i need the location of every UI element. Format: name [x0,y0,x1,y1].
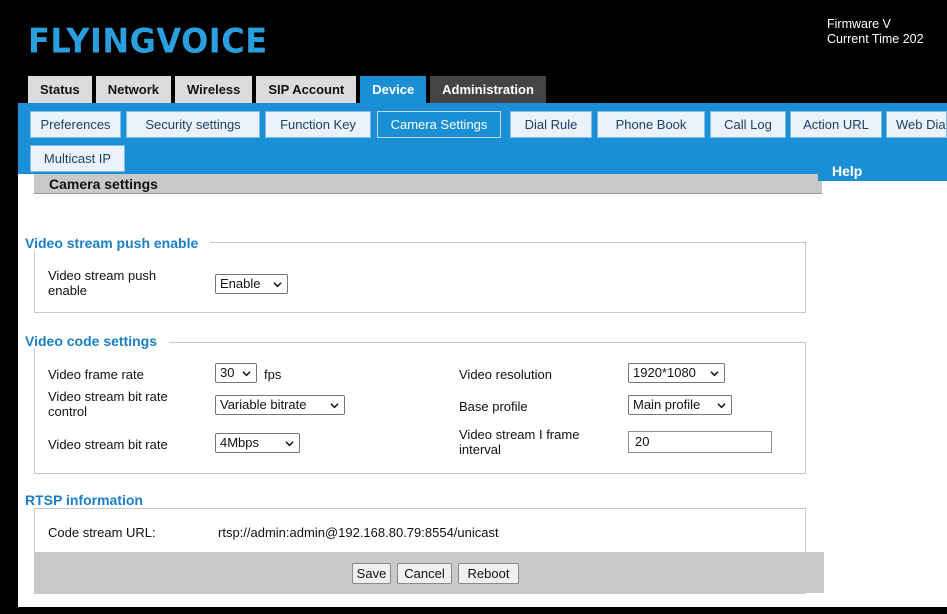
resolution-value: 1920*1080 [633,365,696,380]
subtab-action-url[interactable]: Action URL [790,111,882,138]
left-border [0,103,18,614]
frame-rate-select[interactable]: 30 [215,363,257,383]
subtab-camera-settings[interactable]: Camera Settings [377,111,501,138]
top-header: FLYINGVOICE Firmware V Current Time 202 … [0,0,947,103]
push-enable-value: Enable [220,276,261,291]
bitrate-control-label-line2: control [48,404,88,419]
save-button[interactable]: Save [352,563,391,584]
chevron-down-icon [242,371,251,377]
rtsp-group-title: RTSP information [25,492,155,508]
tab-sip-account[interactable]: SIP Account [256,76,357,103]
header-info: Firmware V Current Time 202 [827,17,947,47]
iframe-label-line1: Video stream I frame [459,427,580,442]
frame-rate-value: 30 [220,365,235,380]
subtab-function-key[interactable]: Function Key [265,111,371,138]
push-enable-select[interactable]: Enable [215,274,288,294]
bitrate-select[interactable]: 4Mbps [215,433,300,453]
tab-device[interactable]: Device [360,76,427,103]
firmware-label: Firmware V [827,17,891,31]
main-content: Camera settings Help Video stream push e… [18,161,947,614]
tab-network[interactable]: Network [95,76,172,103]
frame-rate-unit: fps [264,367,282,382]
frame-rate-label: Video frame rate [48,367,144,382]
subtab-call-log[interactable]: Call Log [710,111,786,138]
bottom-border [18,607,947,614]
subtab-dial-rule[interactable]: Dial Rule [510,111,592,138]
subtab-multicast-ip[interactable]: Multicast IP [30,145,125,172]
profile-label: Base profile [459,399,528,414]
push-enable-label-line1: Video stream push [48,268,157,283]
iframe-label-line2: interval [459,442,501,457]
chevron-down-icon [710,371,719,377]
bitrate-value: 4Mbps [220,435,260,450]
chevron-down-icon [330,403,339,409]
push-group-title: Video stream push enable [25,235,211,251]
tab-administration[interactable]: Administration [430,76,546,103]
code-group-title: Video code settings [25,333,169,349]
sub-tab-bar: Preferences Security settings Function K… [18,103,947,174]
resolution-select[interactable]: 1920*1080 [628,363,725,383]
stream-url-value: rtsp://admin:admin@192.168.80.79:8554/un… [218,525,499,540]
bitrate-control-label-line1: Video stream bit rate [48,389,168,404]
iframe-interval-input[interactable]: 20 [628,431,772,453]
subtab-preferences[interactable]: Preferences [30,111,121,138]
chevron-down-icon [285,441,294,447]
main-tab-bar: Status Network Wireless SIP Account Devi… [28,76,550,103]
bitrate-control-select[interactable]: Variable bitrate [215,395,345,415]
flyingvoice-logo: FLYINGVOICE [28,21,268,61]
stream-url-label: Code stream URL: [48,525,156,540]
push-enable-label: Video stream push enable [48,268,156,298]
profile-select[interactable]: Main profile [628,395,732,415]
cancel-button[interactable]: Cancel [397,563,452,584]
iframe-label: Video stream I frame interval [459,427,579,457]
help-title: Help [818,161,947,181]
subtab-security-settings[interactable]: Security settings [126,111,260,138]
button-bar: Save Cancel Reboot [34,552,824,593]
page-title: Camera settings [34,174,822,194]
chevron-down-icon [273,282,282,288]
bitrate-control-value: Variable bitrate [220,397,307,412]
reboot-button[interactable]: Reboot [458,563,519,584]
chevron-down-icon [717,403,726,409]
resolution-label: Video resolution [459,367,552,382]
tab-wireless[interactable]: Wireless [175,76,253,103]
tab-status[interactable]: Status [28,76,92,103]
subtab-web-dial[interactable]: Web Dia [886,111,947,138]
current-time-label: Current Time 202 [827,32,924,46]
bitrate-label: Video stream bit rate [48,437,168,452]
profile-value: Main profile [633,397,701,412]
subtab-phone-book[interactable]: Phone Book [597,111,705,138]
bitrate-control-label: Video stream bit rate control [48,389,168,419]
push-enable-label-line2: enable [48,283,88,298]
